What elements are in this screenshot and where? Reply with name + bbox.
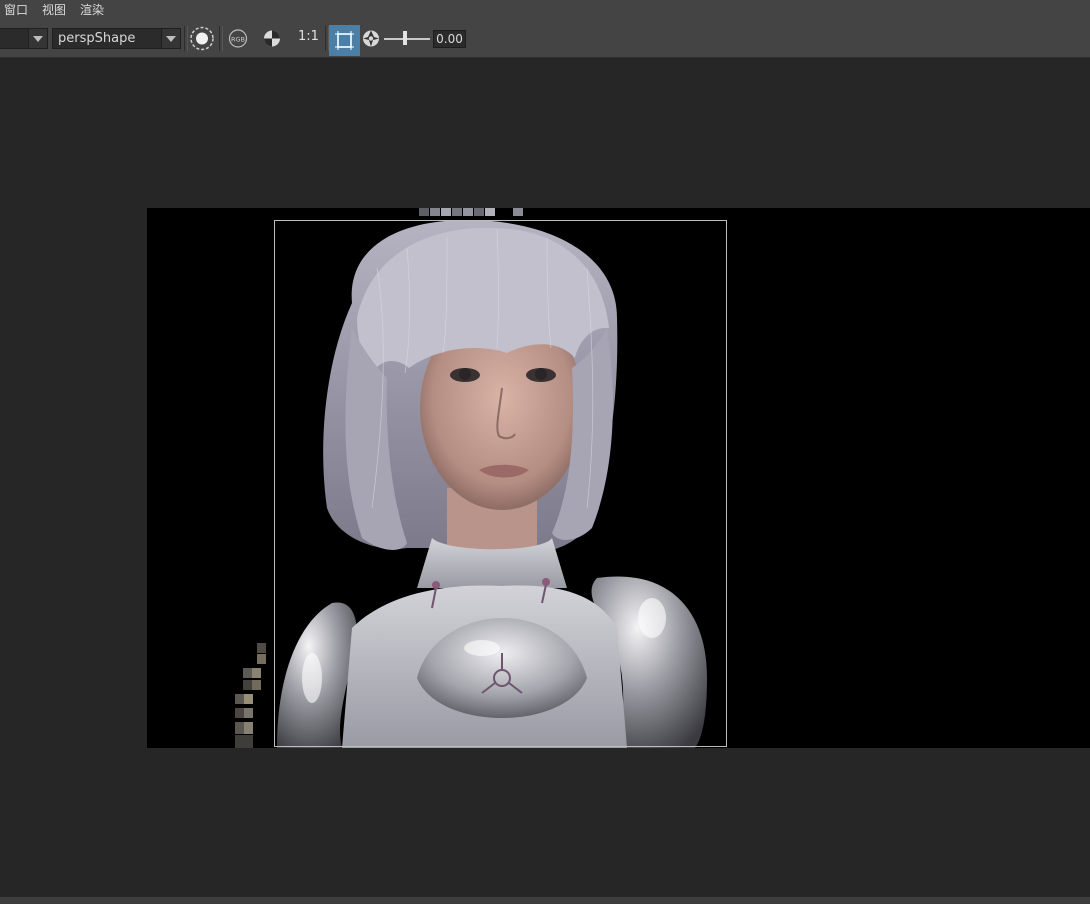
aperture-ring-icon: [190, 26, 214, 51]
rendered-character-image: [235, 208, 707, 748]
ratio-1to1-button[interactable]: 1:1: [298, 29, 319, 44]
render-toolbar: perspShape RGB 1:1: [0, 20, 1090, 58]
chevron-down-icon: [28, 29, 47, 48]
camera-dropdown-value: perspShape: [58, 31, 136, 46]
snapshot-button[interactable]: [188, 26, 216, 51]
rgb-channel-button[interactable]: RGB: [224, 26, 252, 51]
menu-window[interactable]: 窗口: [4, 0, 28, 20]
menu-view[interactable]: 视图: [42, 0, 66, 20]
exposure-button[interactable]: [361, 26, 383, 51]
exposure-slider-handle[interactable]: [403, 31, 407, 45]
color-management-button[interactable]: [258, 26, 286, 51]
menu-bar: 窗口 视图 渲染: [0, 0, 1090, 20]
aperture-icon: [363, 30, 379, 47]
render-view[interactable]: [147, 208, 1090, 748]
region-render-button[interactable]: [329, 25, 360, 56]
region-render-icon: [335, 31, 354, 50]
menu-render[interactable]: 渲染: [80, 0, 104, 20]
chevron-down-icon: [161, 29, 180, 48]
status-bar: [0, 897, 1090, 904]
camera-dropdown[interactable]: perspShape: [52, 28, 181, 49]
display-dropdown[interactable]: [0, 28, 48, 49]
exposure-value-field[interactable]: 0.00: [433, 30, 466, 48]
exposure-slider-track[interactable]: [384, 38, 430, 40]
svg-text:RGB: RGB: [231, 36, 245, 44]
checker-circle-icon: [264, 30, 280, 47]
toolbar-divider: [219, 26, 223, 51]
rgb-channel-icon: RGB: [228, 29, 248, 48]
